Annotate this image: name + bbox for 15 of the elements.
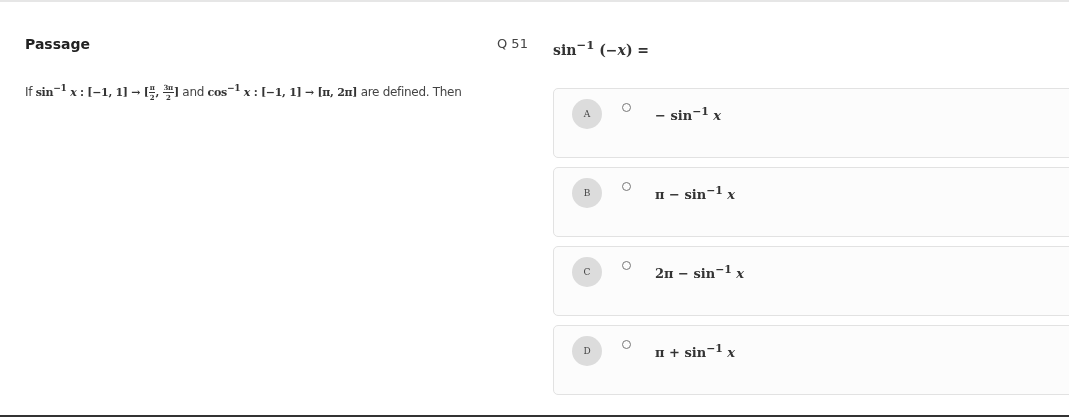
answer-option[interactable]: A − sin$^{−1}$ x <box>553 87 1069 158</box>
option-text: π + sin$^{−1}$ x <box>655 341 736 360</box>
passage-title: Passage <box>25 36 91 52</box>
option-letter: D <box>572 335 602 366</box>
question-number: Q 51 <box>496 35 529 53</box>
option-text: 2π − sin$^{−1}$ x <box>655 262 745 281</box>
option-text: π − sin$^{−1}$ x <box>655 183 736 202</box>
option-letter: C <box>572 256 602 287</box>
answer-option[interactable]: B π − sin$^{−1}$ x <box>553 166 1069 237</box>
option-letter: A <box>572 98 602 129</box>
option-letter: B <box>572 177 602 208</box>
question-text: sin$^{−1}$ (−x) = <box>553 38 651 58</box>
option-text: − sin$^{−1}$ x <box>655 104 722 123</box>
answer-option[interactable]: D π + sin$^{−1}$ x <box>553 324 1069 395</box>
answer-option[interactable]: C 2π − sin$^{−1}$ x <box>553 245 1069 316</box>
